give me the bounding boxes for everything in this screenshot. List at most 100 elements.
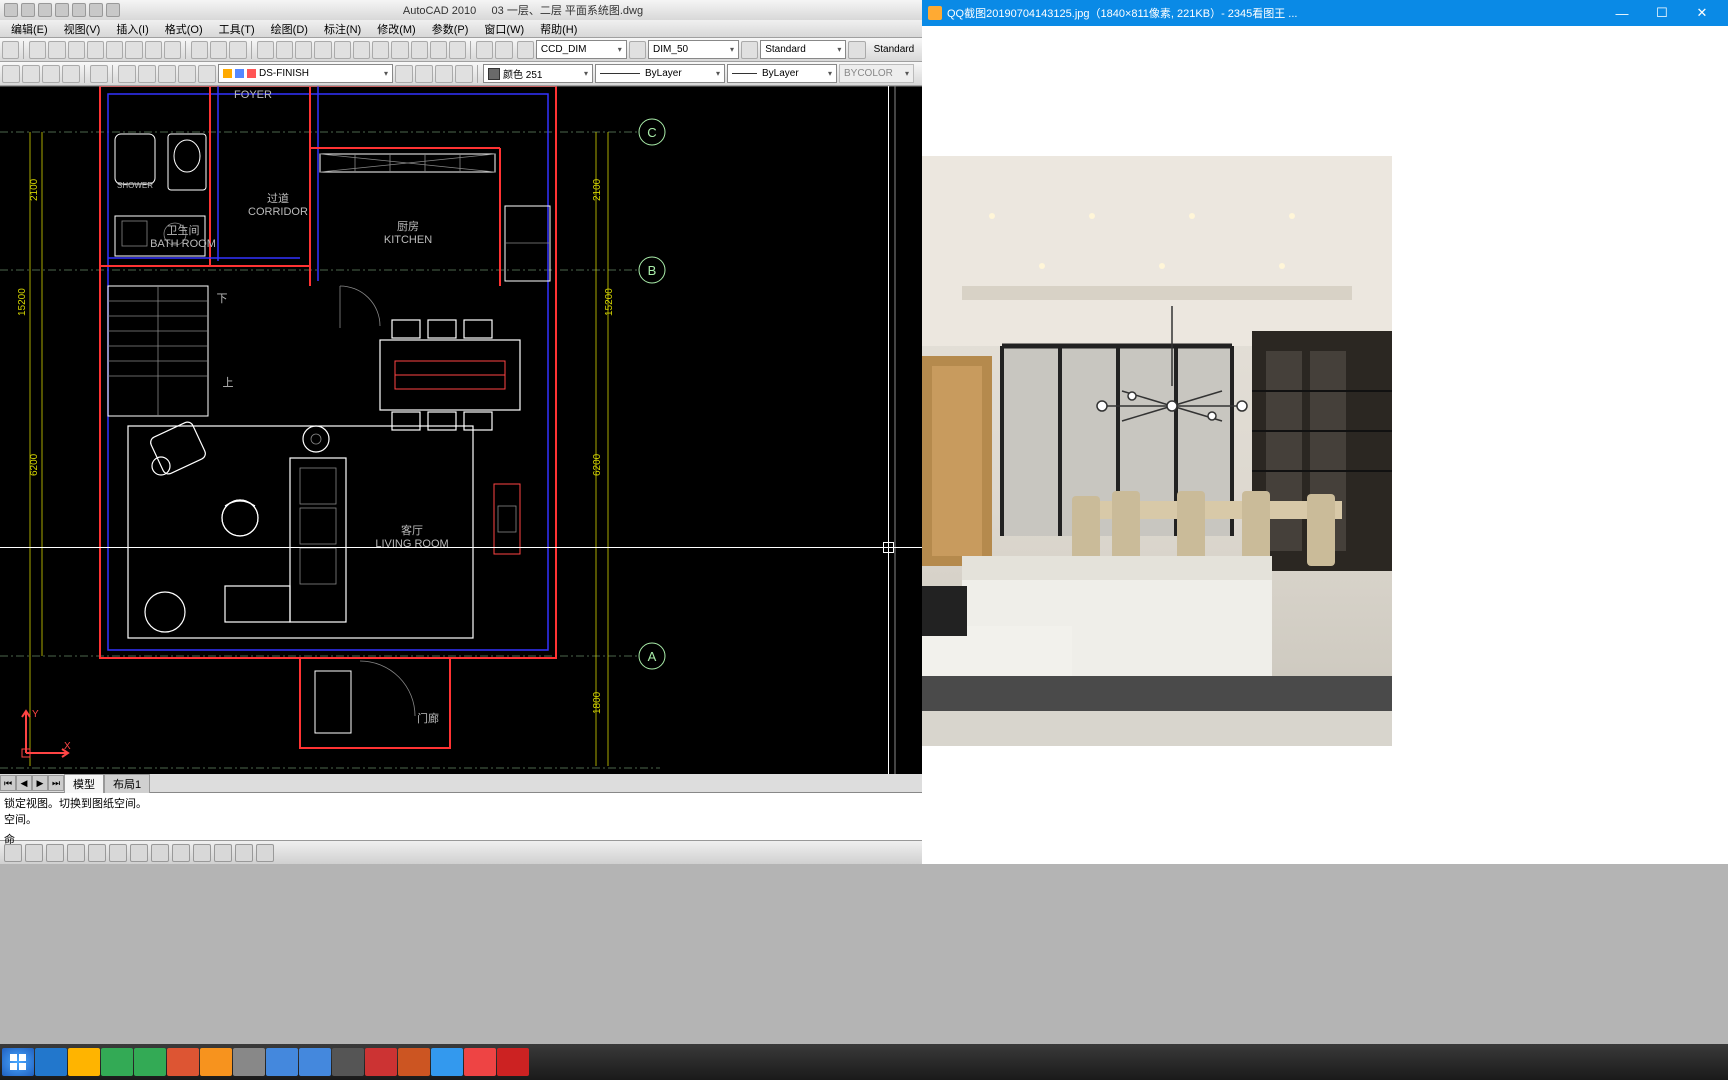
status-icon[interactable] [25, 844, 43, 862]
toolbar-icon[interactable] [191, 41, 208, 59]
viewer-title-bar[interactable]: QQ截图20190704143125.jpg（1840×811像素, 221KB… [922, 0, 1728, 26]
taskbar-app-icon[interactable] [101, 1048, 133, 1076]
zoom-icon[interactable] [295, 41, 312, 59]
taskbar-app-icon[interactable] [233, 1048, 265, 1076]
taskbar-app-icon[interactable] [365, 1048, 397, 1076]
status-icon[interactable] [130, 844, 148, 862]
maximize-button[interactable]: ☐ [1642, 0, 1682, 26]
menu-help[interactable]: 帮助(H) [533, 20, 584, 38]
minimize-button[interactable]: — [1602, 0, 1642, 26]
tab-layout1[interactable]: 布局1 [104, 774, 150, 793]
toolbar-icon[interactable] [741, 41, 758, 59]
taskbar-app-icon[interactable] [35, 1048, 67, 1076]
toolbar-icon[interactable] [125, 41, 142, 59]
taskbar-app-icon[interactable] [464, 1048, 496, 1076]
zoom-icon[interactable] [334, 41, 351, 59]
status-icon[interactable] [151, 844, 169, 862]
taskbar-app-icon[interactable] [299, 1048, 331, 1076]
layer-icon[interactable] [198, 65, 216, 83]
layer-icon[interactable] [435, 65, 453, 83]
dimstyle-dropdown[interactable]: CCD_DIM [536, 40, 627, 59]
menu-window[interactable]: 窗口(W) [477, 20, 531, 38]
toolbar-icon[interactable] [48, 41, 65, 59]
linetype-dropdown[interactable]: ByLayer [595, 64, 725, 83]
taskbar-app-icon[interactable] [134, 1048, 166, 1076]
zoom-icon[interactable] [411, 41, 428, 59]
zoom-icon[interactable] [391, 41, 408, 59]
tab-model[interactable]: 模型 [64, 774, 104, 793]
layer-icon[interactable] [2, 65, 20, 83]
menu-format[interactable]: 格式(O) [158, 20, 210, 38]
menu-draw[interactable]: 绘图(D) [264, 20, 315, 38]
layer-icon[interactable] [42, 65, 60, 83]
menu-tools[interactable]: 工具(T) [212, 20, 262, 38]
layer-icon[interactable] [395, 65, 413, 83]
layer-icon[interactable] [415, 65, 433, 83]
start-button[interactable] [2, 1048, 34, 1076]
status-icon[interactable] [172, 844, 190, 862]
status-icon[interactable] [88, 844, 106, 862]
zoom-icon[interactable] [314, 41, 331, 59]
toolbar-icon[interactable] [476, 41, 493, 59]
tab-first[interactable]: ⏮ [0, 775, 16, 791]
zoom-icon[interactable] [257, 41, 274, 59]
taskbar-app-icon[interactable] [167, 1048, 199, 1076]
menu-modify[interactable]: 修改(M) [370, 20, 423, 38]
toolbar-icon[interactable] [629, 41, 646, 59]
status-icon[interactable] [256, 844, 274, 862]
qat-btn[interactable] [106, 3, 120, 17]
toolbar-icon[interactable] [29, 41, 46, 59]
tab-prev[interactable]: ◀ [16, 775, 32, 791]
qat-btn[interactable] [21, 3, 35, 17]
dimstyle2-dropdown[interactable]: DIM_50 [648, 40, 739, 59]
status-icon[interactable] [193, 844, 211, 862]
status-icon[interactable] [46, 844, 64, 862]
layer-dropdown[interactable]: DS-FINISH [218, 64, 393, 83]
menu-insert[interactable]: 插入(I) [109, 20, 155, 38]
tab-next[interactable]: ▶ [32, 775, 48, 791]
drawing-canvas[interactable]: C B A 2100 15200 6200 1800 2100 15200 62… [0, 86, 922, 774]
qat-btn[interactable] [89, 3, 103, 17]
layer-icon[interactable] [178, 65, 196, 83]
layer-icon[interactable] [62, 65, 80, 83]
lineweight-dropdown[interactable]: ByLayer [727, 64, 837, 83]
taskbar-app-icon[interactable] [200, 1048, 232, 1076]
toolbar-icon[interactable] [495, 41, 512, 59]
toolbar-icon[interactable] [2, 41, 19, 59]
layer-icon[interactable] [158, 65, 176, 83]
dimstyle-icon[interactable] [517, 41, 534, 59]
taskbar-folder-icon[interactable] [68, 1048, 100, 1076]
toolbar-icon[interactable] [87, 41, 104, 59]
toolbar-icon[interactable] [106, 41, 123, 59]
zoom-icon[interactable] [353, 41, 370, 59]
status-icon[interactable] [235, 844, 253, 862]
taskbar-app-icon[interactable] [332, 1048, 364, 1076]
status-icon[interactable] [4, 844, 22, 862]
textstyle-dropdown[interactable]: Standard [760, 40, 846, 59]
qat-btn[interactable] [55, 3, 69, 17]
zoom-icon[interactable] [276, 41, 293, 59]
viewer-body[interactable] [922, 26, 1728, 864]
zoom-icon[interactable] [449, 41, 466, 59]
toolbar-icon[interactable] [145, 41, 162, 59]
menu-parametric[interactable]: 参数(P) [425, 20, 476, 38]
toolbar-icon[interactable] [229, 41, 246, 59]
toolbar-icon[interactable] [68, 41, 85, 59]
taskbar-app-icon[interactable] [431, 1048, 463, 1076]
menu-view[interactable]: 视图(V) [57, 20, 108, 38]
status-icon[interactable] [67, 844, 85, 862]
status-icon[interactable] [109, 844, 127, 862]
status-icon[interactable] [214, 844, 232, 862]
zoom-icon[interactable] [372, 41, 389, 59]
taskbar-app-icon[interactable] [266, 1048, 298, 1076]
plotstyle-dropdown[interactable]: BYCOLOR [839, 64, 914, 83]
tab-last[interactable]: ⏭ [48, 775, 64, 791]
layer-icon[interactable] [90, 65, 108, 83]
command-line[interactable]: 锁定视图。切换到图纸空间。 空间。 命 [0, 792, 922, 840]
menu-dimension[interactable]: 标注(N) [317, 20, 368, 38]
toolbar-icon[interactable] [210, 41, 227, 59]
qat-btn[interactable] [38, 3, 52, 17]
taskbar-record-icon[interactable] [497, 1048, 529, 1076]
color-dropdown[interactable]: 颜色 251 [483, 64, 593, 83]
close-button[interactable]: ✕ [1682, 0, 1722, 26]
